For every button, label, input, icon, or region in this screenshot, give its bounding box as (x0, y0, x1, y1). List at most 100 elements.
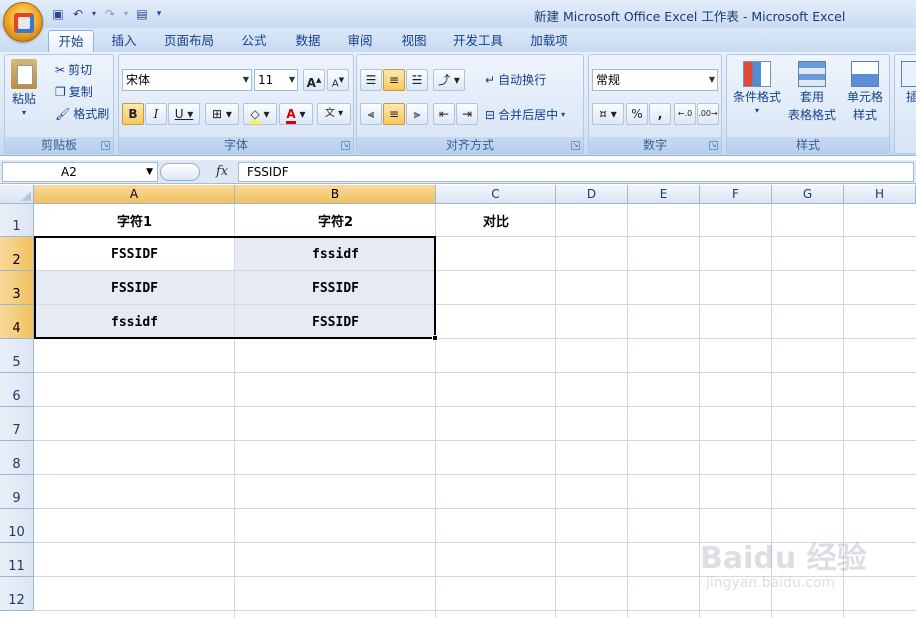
shrink-font-button[interactable]: A▼ (327, 69, 349, 91)
font-launcher-icon[interactable]: ↘ (341, 141, 350, 150)
tab-view[interactable]: 视图 (392, 30, 436, 52)
select-all-button[interactable] (0, 185, 34, 204)
row-header-9[interactable]: 9 (0, 475, 34, 509)
align-top-button[interactable]: ☰ (360, 69, 382, 91)
tab-page-layout[interactable]: 页面布局 (158, 30, 220, 52)
align-bottom-icon: ☱ (411, 73, 423, 87)
orientation-button[interactable]: ⤴ ▾ (433, 69, 465, 91)
column-header-c[interactable]: C (436, 185, 556, 204)
cell-a3[interactable]: FSSIDF (34, 271, 235, 305)
redo-dropdown-icon[interactable]: ▾ (122, 6, 130, 22)
redo-icon[interactable]: ↷ (102, 6, 118, 22)
merge-center-button[interactable]: ⊟ 合并后居中 ▾ (485, 106, 565, 123)
column-header-g[interactable]: G (772, 185, 844, 204)
column-header-e[interactable]: E (628, 185, 700, 204)
tab-home[interactable]: 开始 (48, 30, 94, 52)
tab-developer[interactable]: 开发工具 (446, 30, 510, 52)
cell-a1[interactable]: 字符1 (34, 204, 235, 237)
insert-function-icon[interactable]: fx (216, 164, 228, 179)
column-header-d[interactable]: D (556, 185, 628, 204)
undo-dropdown-icon[interactable]: ▾ (90, 6, 98, 22)
align-center-button[interactable]: ≡ (383, 103, 405, 125)
cell-c1[interactable]: 对比 (436, 204, 556, 237)
borders-button[interactable]: ⊞ ▾ (205, 103, 239, 125)
paste-button[interactable]: 粘贴 ▾ (11, 59, 37, 117)
insert-cells-button[interactable]: 插 (901, 61, 916, 105)
align-middle-button[interactable]: ≡ (383, 69, 405, 91)
format-painter-button[interactable]: 🖌 格式刷 (55, 105, 109, 122)
cell-a4[interactable]: fssidf (34, 305, 235, 339)
tab-review[interactable]: 审阅 (338, 30, 382, 52)
tab-add-ins[interactable]: 加载项 (522, 30, 576, 52)
decrease-decimal-button[interactable]: .00→ (697, 103, 719, 125)
tab-data[interactable]: 数据 (286, 30, 330, 52)
merge-center-label: 合并后居中 (498, 108, 559, 122)
cell-styles-label-2: 样式 (852, 108, 877, 122)
row-header-4[interactable]: 4 (0, 305, 34, 339)
number-launcher-icon[interactable]: ↘ (709, 141, 718, 150)
accounting-format-button[interactable]: ¤ ▾ (592, 103, 624, 125)
number-format-combo[interactable]: 常规 ▼ (592, 69, 718, 91)
scissors-icon: ✂ (55, 62, 66, 77)
font-name-combo[interactable]: 宋体 ▼ (122, 69, 252, 91)
align-right-button[interactable]: ⫸ (406, 103, 428, 125)
row-header-8[interactable]: 8 (0, 441, 34, 475)
save-icon[interactable]: ▣ (50, 6, 66, 22)
row-header-2[interactable]: 2 (0, 237, 34, 271)
column-header-b[interactable]: B (235, 185, 436, 204)
grow-font-button[interactable]: A▲ (303, 69, 325, 91)
column-header-h[interactable]: H (844, 185, 916, 204)
cell-b4[interactable]: FSSIDF (235, 305, 436, 339)
cell-styles-button[interactable]: 单元格 样式 (841, 61, 889, 123)
cell-b3[interactable]: FSSIDF (235, 271, 436, 305)
cell-b2[interactable]: fssidf (235, 237, 436, 271)
row-header-5[interactable]: 5 (0, 339, 34, 373)
align-bottom-button[interactable]: ☱ (406, 69, 428, 91)
cell-a2[interactable]: FSSIDF (34, 237, 235, 271)
undo-icon[interactable]: ↶ (70, 6, 86, 22)
row-header-7[interactable]: 7 (0, 407, 34, 441)
conditional-formatting-button[interactable]: 条件格式 ▾ (731, 61, 783, 115)
insert-cells-label: 插 (905, 90, 916, 104)
column-header-f[interactable]: F (700, 185, 772, 204)
row-header-12[interactable]: 12 (0, 577, 34, 611)
bold-button[interactable]: B (122, 103, 144, 125)
clipboard-launcher-icon[interactable]: ↘ (101, 141, 110, 150)
italic-button[interactable]: I (145, 103, 167, 125)
font-color-button[interactable]: A ▾ (279, 103, 313, 125)
phonetic-button[interactable]: 文 ▾ (317, 103, 351, 125)
row-header-3[interactable]: 3 (0, 271, 34, 305)
format-as-table-button[interactable]: 套用 表格格式 (785, 61, 839, 123)
office-button[interactable] (3, 2, 43, 42)
cut-button[interactable]: ✂ 剪切 (55, 61, 92, 78)
underline-button[interactable]: U ▾ (168, 103, 200, 125)
number-group: 常规 ▼ ¤ ▾ % , ←.0 .00→ 数字 ↘ (588, 54, 722, 154)
align-left-button[interactable]: ⫷ (360, 103, 382, 125)
customize-qat-icon[interactable]: ▾ (154, 6, 164, 22)
print-preview-icon[interactable]: ▤ (134, 6, 150, 22)
row-header-11[interactable]: 11 (0, 543, 34, 577)
increase-decimal-button[interactable]: ←.0 (674, 103, 696, 125)
formula-input[interactable]: FSSIDF (238, 162, 914, 182)
increase-indent-button[interactable]: ⇥ (456, 103, 478, 125)
alignment-launcher-icon[interactable]: ↘ (571, 141, 580, 150)
wrap-text-button[interactable]: ↵ 自动换行 (485, 71, 546, 88)
tab-insert[interactable]: 插入 (102, 30, 146, 52)
fill-handle[interactable] (432, 335, 438, 341)
comma-style-button[interactable]: , (649, 103, 671, 125)
row-header-1[interactable]: 1 (0, 204, 34, 237)
row-header-10[interactable]: 10 (0, 509, 34, 543)
function-area: fx (160, 162, 236, 182)
cell-b1[interactable]: 字符2 (235, 204, 436, 237)
percent-style-button[interactable]: % (626, 103, 648, 125)
copy-button[interactable]: ❐ 复制 (55, 83, 93, 100)
formula-bar-toggle[interactable] (160, 163, 200, 181)
row-header-6[interactable]: 6 (0, 373, 34, 407)
tab-formulas[interactable]: 公式 (232, 30, 276, 52)
decrease-decimal-icon: .00→ (698, 109, 718, 118)
name-box[interactable]: A2 ▼ (2, 162, 158, 182)
decrease-indent-button[interactable]: ⇤ (433, 103, 455, 125)
fill-color-button[interactable]: ◇ ▾ (243, 103, 277, 125)
font-size-combo[interactable]: 11 ▼ (254, 69, 298, 91)
column-header-a[interactable]: A (34, 185, 235, 204)
